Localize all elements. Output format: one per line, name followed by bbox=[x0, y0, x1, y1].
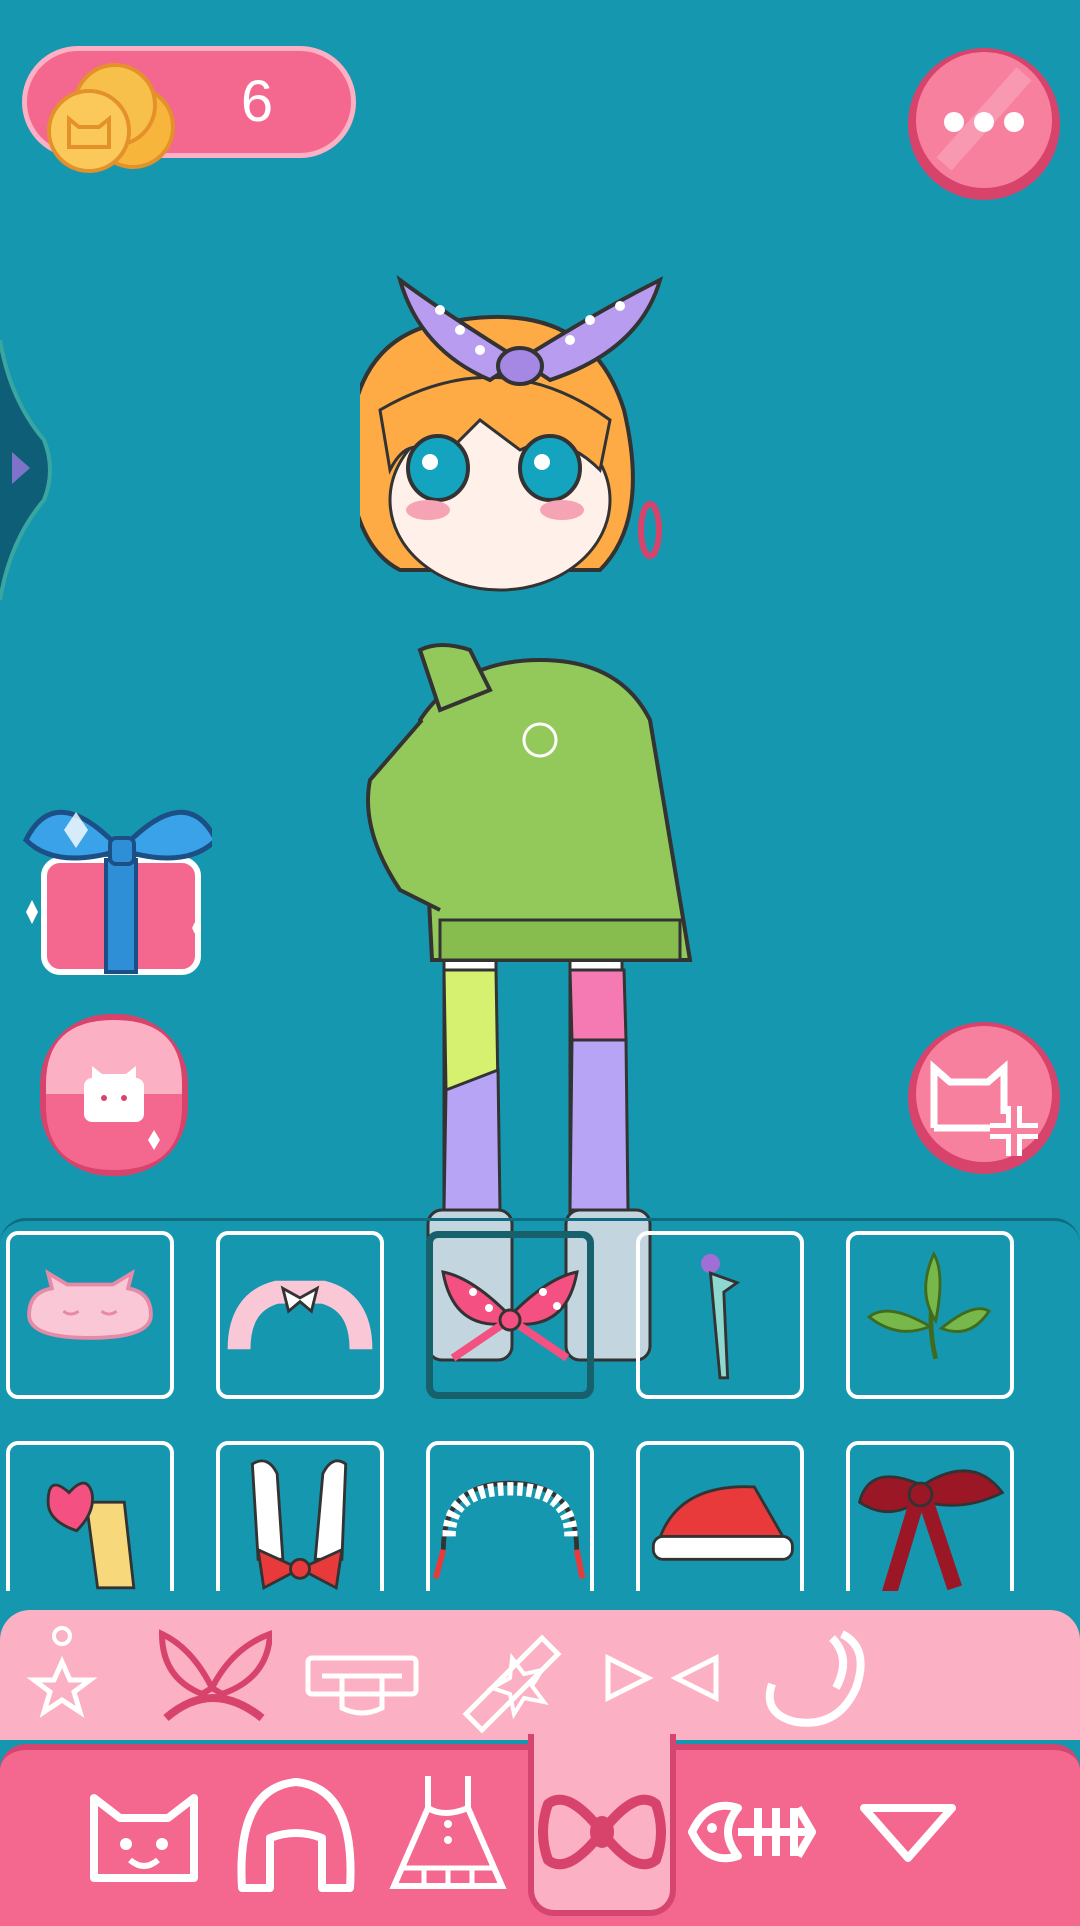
main-tab-bar bbox=[0, 1734, 1080, 1926]
bow-tie-icon bbox=[538, 1794, 666, 1870]
santa-hat-icon bbox=[651, 1485, 794, 1561]
red-bow-icon bbox=[857, 1469, 1005, 1591]
triangle-down-icon bbox=[860, 1804, 956, 1862]
cat-coin-icon bbox=[47, 63, 175, 173]
item-slot-santa-hat[interactable] bbox=[636, 1441, 804, 1591]
tab-clothing[interactable] bbox=[384, 1768, 512, 1896]
pink-fluffy-headband-icon bbox=[227, 1280, 373, 1350]
item-slot-red-bow[interactable] bbox=[846, 1441, 1014, 1591]
tab-pets[interactable] bbox=[688, 1768, 817, 1896]
coin-count: 6 bbox=[240, 69, 274, 134]
flower-icon bbox=[26, 1626, 98, 1718]
side-drawer-tab[interactable] bbox=[0, 340, 60, 600]
subcat-hairclip[interactable] bbox=[452, 1618, 572, 1734]
cat-sleep-mask-icon bbox=[27, 1269, 153, 1340]
subcat-ear-hook[interactable] bbox=[752, 1618, 872, 1734]
subcategory-bar bbox=[0, 1610, 1080, 1740]
more-options-button[interactable] bbox=[904, 44, 1064, 204]
ear-hook-icon bbox=[765, 1630, 865, 1727]
item-slot-ribbon-hairpin[interactable] bbox=[636, 1231, 804, 1399]
bow-icon bbox=[158, 1629, 274, 1722]
hat-icon bbox=[305, 1655, 419, 1716]
subcat-flower[interactable] bbox=[2, 1618, 122, 1734]
tab-accessories[interactable] bbox=[538, 1768, 666, 1896]
item-slot-heart-hair-clip[interactable] bbox=[6, 1441, 174, 1591]
subcat-earring[interactable] bbox=[602, 1618, 722, 1734]
cat-add-button[interactable] bbox=[904, 1018, 1064, 1178]
hair-icon bbox=[237, 1778, 355, 1892]
item-panel bbox=[0, 1218, 1080, 1591]
dot-icon bbox=[944, 112, 964, 132]
item-slot-cat-sleep-mask[interactable] bbox=[6, 1231, 174, 1399]
polka-dot-ribbon-icon bbox=[441, 1270, 579, 1362]
leaf-sprig-icon bbox=[866, 1250, 992, 1360]
maid-headband-icon bbox=[432, 1480, 586, 1580]
gift-box-button[interactable] bbox=[16, 770, 212, 980]
tab-more[interactable] bbox=[844, 1768, 972, 1896]
cat-capsule-button[interactable] bbox=[36, 1010, 192, 1180]
item-slot-polka-dot-ribbon[interactable] bbox=[426, 1231, 594, 1399]
bunny-ears-bow-icon bbox=[250, 1459, 348, 1591]
subcat-hat[interactable] bbox=[302, 1618, 422, 1734]
ribbon-hairpin-icon bbox=[700, 1254, 741, 1380]
fishbone-icon bbox=[688, 1801, 817, 1863]
earring-icon bbox=[605, 1653, 719, 1703]
subcat-bow[interactable] bbox=[152, 1618, 274, 1734]
item-slot-leaf-sprig[interactable] bbox=[846, 1231, 1014, 1399]
dress-icon bbox=[389, 1776, 507, 1889]
tab-hair[interactable] bbox=[232, 1768, 360, 1896]
item-slot-maid-headband[interactable] bbox=[426, 1441, 594, 1591]
heart-hair-clip-icon bbox=[46, 1481, 136, 1590]
cat-face-icon bbox=[90, 1794, 198, 1882]
coin-counter[interactable]: 6 bbox=[22, 46, 356, 173]
item-slot-pink-fluffy-headband[interactable] bbox=[216, 1231, 384, 1399]
hairclip-icon bbox=[462, 1634, 562, 1734]
tab-face[interactable] bbox=[80, 1768, 208, 1896]
item-slot-bunny-ears-bow[interactable] bbox=[216, 1441, 384, 1591]
